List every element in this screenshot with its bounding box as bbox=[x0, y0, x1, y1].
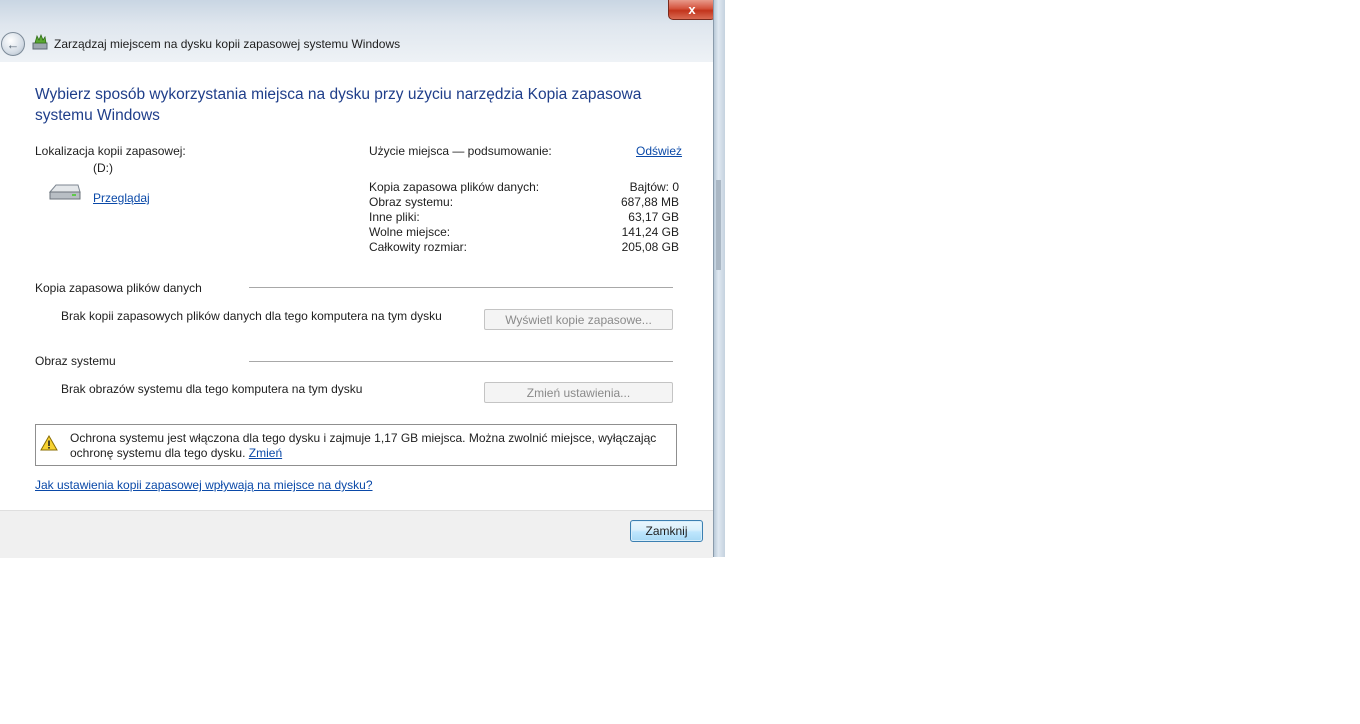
close-dialog-button[interactable]: Zamknij bbox=[630, 520, 703, 542]
change-protection-link[interactable]: Zmień bbox=[249, 446, 282, 460]
usage-row-value: Bajtów: 0 bbox=[629, 180, 679, 194]
usage-row-label: Kopia zapasowa plików danych: bbox=[369, 180, 540, 194]
usage-row-value: 63,17 GB bbox=[628, 210, 679, 224]
dialog-content: Wybierz sposób wykorzystania miejsca na … bbox=[0, 62, 713, 510]
change-settings-button[interactable]: Zmień ustawienia... bbox=[484, 382, 673, 403]
system-protection-text: Ochrona systemu jest włączona dla tego d… bbox=[70, 431, 670, 461]
backup-location-label: Lokalizacja kopii zapasowej: bbox=[35, 144, 186, 158]
close-icon: x bbox=[688, 2, 696, 17]
usage-row-label: Obraz systemu: bbox=[369, 195, 454, 209]
section-divider bbox=[249, 287, 673, 288]
usage-row-value: 141,24 GB bbox=[621, 225, 679, 239]
data-backup-section-title: Kopia zapasowa plików danych bbox=[35, 281, 202, 295]
refresh-link[interactable]: Odśwież bbox=[636, 144, 682, 158]
help-link[interactable]: Jak ustawienia kopii zapasowej wpływają … bbox=[35, 478, 373, 492]
title-bar: x ← Zarządzaj miejscem na dysku kopii za… bbox=[0, 0, 716, 63]
dialog-footer: Zamknij bbox=[0, 510, 713, 558]
window-close-button[interactable]: x bbox=[668, 0, 716, 20]
usage-row-label: Całkowity rozmiar: bbox=[369, 240, 468, 254]
usage-summary-title: Użycie miejsca — podsumowanie: bbox=[369, 144, 552, 158]
usage-row-label: Wolne miejsce: bbox=[369, 225, 451, 239]
back-button[interactable]: ← bbox=[1, 32, 25, 56]
window-frame-edge bbox=[713, 0, 725, 557]
hard-drive-icon bbox=[48, 184, 81, 200]
view-backups-button[interactable]: Wyświetl kopie zapasowe... bbox=[484, 309, 673, 330]
frame-strip bbox=[716, 180, 721, 270]
system-image-section-title: Obraz systemu bbox=[35, 354, 116, 368]
backup-app-icon bbox=[32, 34, 48, 50]
window-title: Zarządzaj miejscem na dysku kopii zapaso… bbox=[54, 37, 401, 51]
data-backup-message: Brak kopii zapasowych plików danych dla … bbox=[61, 309, 442, 323]
system-image-message: Brak obrazów systemu dla tego komputera … bbox=[61, 382, 363, 396]
browse-link[interactable]: Przeglądaj bbox=[93, 191, 150, 205]
warning-icon bbox=[40, 435, 58, 451]
dialog-window: x ← Zarządzaj miejscem na dysku kopii za… bbox=[0, 0, 725, 558]
system-protection-notice: Ochrona systemu jest włączona dla tego d… bbox=[35, 424, 677, 466]
usage-row-value: 687,88 MB bbox=[620, 195, 679, 209]
back-arrow-icon: ← bbox=[6, 36, 20, 52]
page-heading: Wybierz sposób wykorzystania miejsca na … bbox=[35, 86, 642, 124]
drive-letter: (D:) bbox=[93, 161, 113, 175]
usage-row-value: 205,08 GB bbox=[621, 240, 679, 254]
protection-message: Ochrona systemu jest włączona dla tego d… bbox=[70, 431, 657, 460]
section-divider bbox=[249, 361, 673, 362]
usage-row-label: Inne pliki: bbox=[369, 210, 420, 224]
